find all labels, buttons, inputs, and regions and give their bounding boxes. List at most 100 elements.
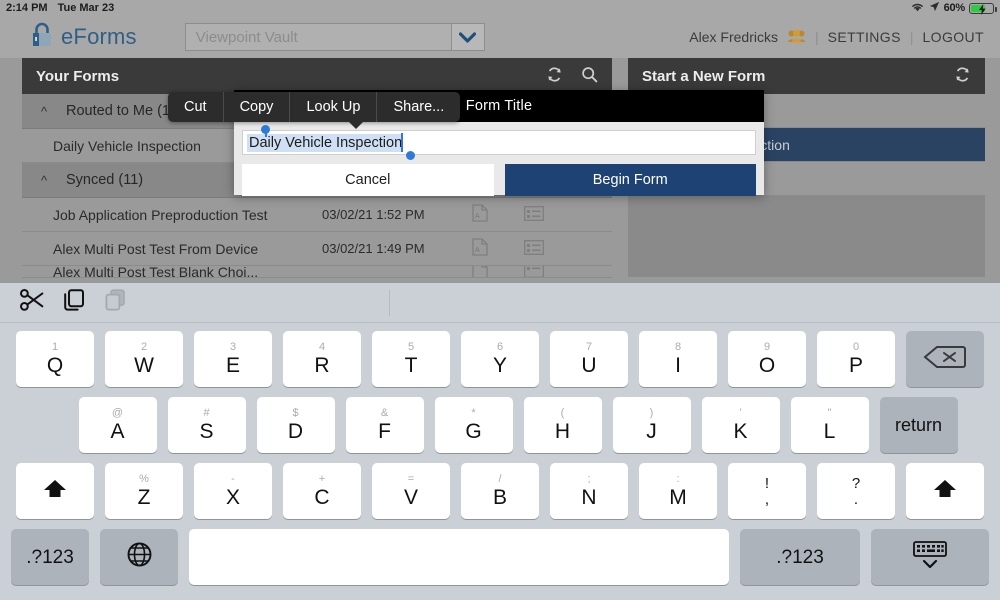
status-bar-left: 2:14 PM Tue Mar 23 xyxy=(0,2,114,14)
shift-up-icon xyxy=(932,477,958,506)
numeric-key-left[interactable]: .?123 xyxy=(11,529,89,585)
key-alt: 1 xyxy=(51,341,59,353)
chevron-down-icon[interactable] xyxy=(450,24,484,50)
key-q[interactable]: 1Q xyxy=(16,331,94,387)
callout-arrow xyxy=(348,121,364,129)
key-alt: : xyxy=(676,473,680,485)
keyboard-row-4: .?123 .?123 xyxy=(0,529,1000,585)
key-alt: - xyxy=(231,473,235,485)
logout-link[interactable]: LOGOUT xyxy=(922,29,984,45)
your-forms-header: Your Forms xyxy=(22,58,612,94)
key-a[interactable]: @ A xyxy=(78,397,157,453)
selection-handle-start[interactable] xyxy=(261,125,270,134)
globe-key[interactable] xyxy=(100,529,178,585)
svg-text:A: A xyxy=(475,213,480,220)
settings-link[interactable]: SETTINGS xyxy=(828,29,901,45)
key-n[interactable]: ; N xyxy=(550,463,628,519)
key-alt: % xyxy=(139,473,149,485)
return-key[interactable]: return xyxy=(879,397,958,453)
key-r[interactable]: 4R xyxy=(283,331,361,387)
shift-key-left[interactable] xyxy=(16,463,94,519)
shift-key-right[interactable] xyxy=(906,463,984,519)
key-label: F xyxy=(378,420,391,443)
header-separator-1: | xyxy=(814,29,819,45)
key-m[interactable]: :M xyxy=(639,463,717,519)
text-caret xyxy=(401,133,404,152)
key-p[interactable]: 0P xyxy=(817,331,895,387)
hide-keyboard-key[interactable] xyxy=(871,529,989,585)
header-separator-2: | xyxy=(909,29,914,45)
form-title-input[interactable]: Daily Vehicle Inspection xyxy=(242,125,756,160)
onscreen-keyboard: 1Q 2W 3E 4R 5T 6Y 7U 8I 9O 0P @ A # S $ … xyxy=(0,283,1000,600)
key-alt: & xyxy=(380,407,389,419)
key-j[interactable]: ) J xyxy=(612,397,691,453)
key-l[interactable]: " L xyxy=(790,397,869,453)
toolbar-divider xyxy=(389,290,390,316)
status-time: 2:14 PM xyxy=(6,2,48,14)
key-c[interactable]: + C xyxy=(283,463,361,519)
cancel-button[interactable]: Cancel xyxy=(242,164,494,196)
table-row[interactable]: Alex Multi Post Test Blank Choi... xyxy=(22,266,612,278)
refresh-icon[interactable] xyxy=(546,66,563,87)
pdf-icon[interactable] xyxy=(472,266,488,277)
callout-copy-button[interactable]: Copy xyxy=(224,92,291,122)
key-y[interactable]: 6Y xyxy=(461,331,539,387)
key-u[interactable]: 7U xyxy=(550,331,628,387)
key-d[interactable]: $ D xyxy=(256,397,335,453)
key-h[interactable]: (H xyxy=(523,397,602,453)
refresh-icon[interactable] xyxy=(954,66,971,87)
callout-lookup-button[interactable]: Look Up xyxy=(290,92,378,122)
detail-icon[interactable] xyxy=(524,239,544,258)
table-row[interactable]: Alex Multi Post Test From Device 03/02/2… xyxy=(22,232,612,266)
key-alt: 4 xyxy=(318,341,326,353)
your-forms-title: Your Forms xyxy=(36,67,120,85)
pdf-icon[interactable]: A xyxy=(472,204,488,225)
group-label: Synced (11) xyxy=(66,172,144,188)
detail-icon[interactable] xyxy=(524,205,544,224)
brand-name: eForms xyxy=(61,24,137,49)
key-s[interactable]: # S xyxy=(167,397,246,453)
key-k[interactable]: ' K xyxy=(701,397,780,453)
key-b[interactable]: / B xyxy=(461,463,539,519)
callout-cut-button[interactable]: Cut xyxy=(168,92,224,122)
key-question-period[interactable]: ?. xyxy=(817,463,895,519)
key-label: , xyxy=(764,490,770,508)
people-icon xyxy=(787,29,806,46)
scissors-icon[interactable] xyxy=(20,288,46,317)
key-label: B xyxy=(492,486,507,509)
key-label: G xyxy=(465,420,482,443)
key-e[interactable]: 3E xyxy=(194,331,272,387)
detail-icon[interactable] xyxy=(524,266,544,277)
key-label: C xyxy=(314,486,330,509)
key-alt: 7 xyxy=(585,341,593,353)
selection-handle-end[interactable] xyxy=(406,151,415,160)
key-z[interactable]: % Z xyxy=(105,463,183,519)
key-g[interactable]: * G xyxy=(434,397,513,453)
key-label: M xyxy=(669,486,687,509)
key-f[interactable]: & F xyxy=(345,397,424,453)
key-o[interactable]: 9O xyxy=(728,331,806,387)
key-label: R xyxy=(314,354,330,377)
text-edit-callout: Cut Copy Look Up Share... xyxy=(168,92,461,122)
key-label: E xyxy=(225,354,240,377)
key-x[interactable]: -X xyxy=(194,463,272,519)
vault-selector[interactable]: Viewpoint Vault xyxy=(184,23,485,51)
key-alt: 9 xyxy=(763,341,771,353)
form-title-value: Daily Vehicle Inspection xyxy=(247,133,403,152)
key-exclam-comma[interactable]: !, xyxy=(728,463,806,519)
callout-share-button[interactable]: Share... xyxy=(377,92,460,122)
numeric-key-right[interactable]: .?123 xyxy=(740,529,860,585)
copy-icon[interactable] xyxy=(62,288,87,318)
pdf-icon[interactable]: A xyxy=(472,238,488,259)
search-icon[interactable] xyxy=(581,66,598,87)
numeric-label: .?123 xyxy=(26,546,74,568)
backspace-key[interactable] xyxy=(906,331,984,387)
key-alt: ; xyxy=(587,473,591,485)
space-key[interactable] xyxy=(189,529,729,585)
keyboard-row-2: @ A # S $ D & F * G (H ) J ' K " L return xyxy=(0,397,1000,453)
begin-form-button[interactable]: Begin Form xyxy=(504,164,756,196)
key-v[interactable]: = V xyxy=(372,463,450,519)
key-t[interactable]: 5T xyxy=(372,331,450,387)
key-w[interactable]: 2W xyxy=(105,331,183,387)
key-i[interactable]: 8I xyxy=(639,331,717,387)
